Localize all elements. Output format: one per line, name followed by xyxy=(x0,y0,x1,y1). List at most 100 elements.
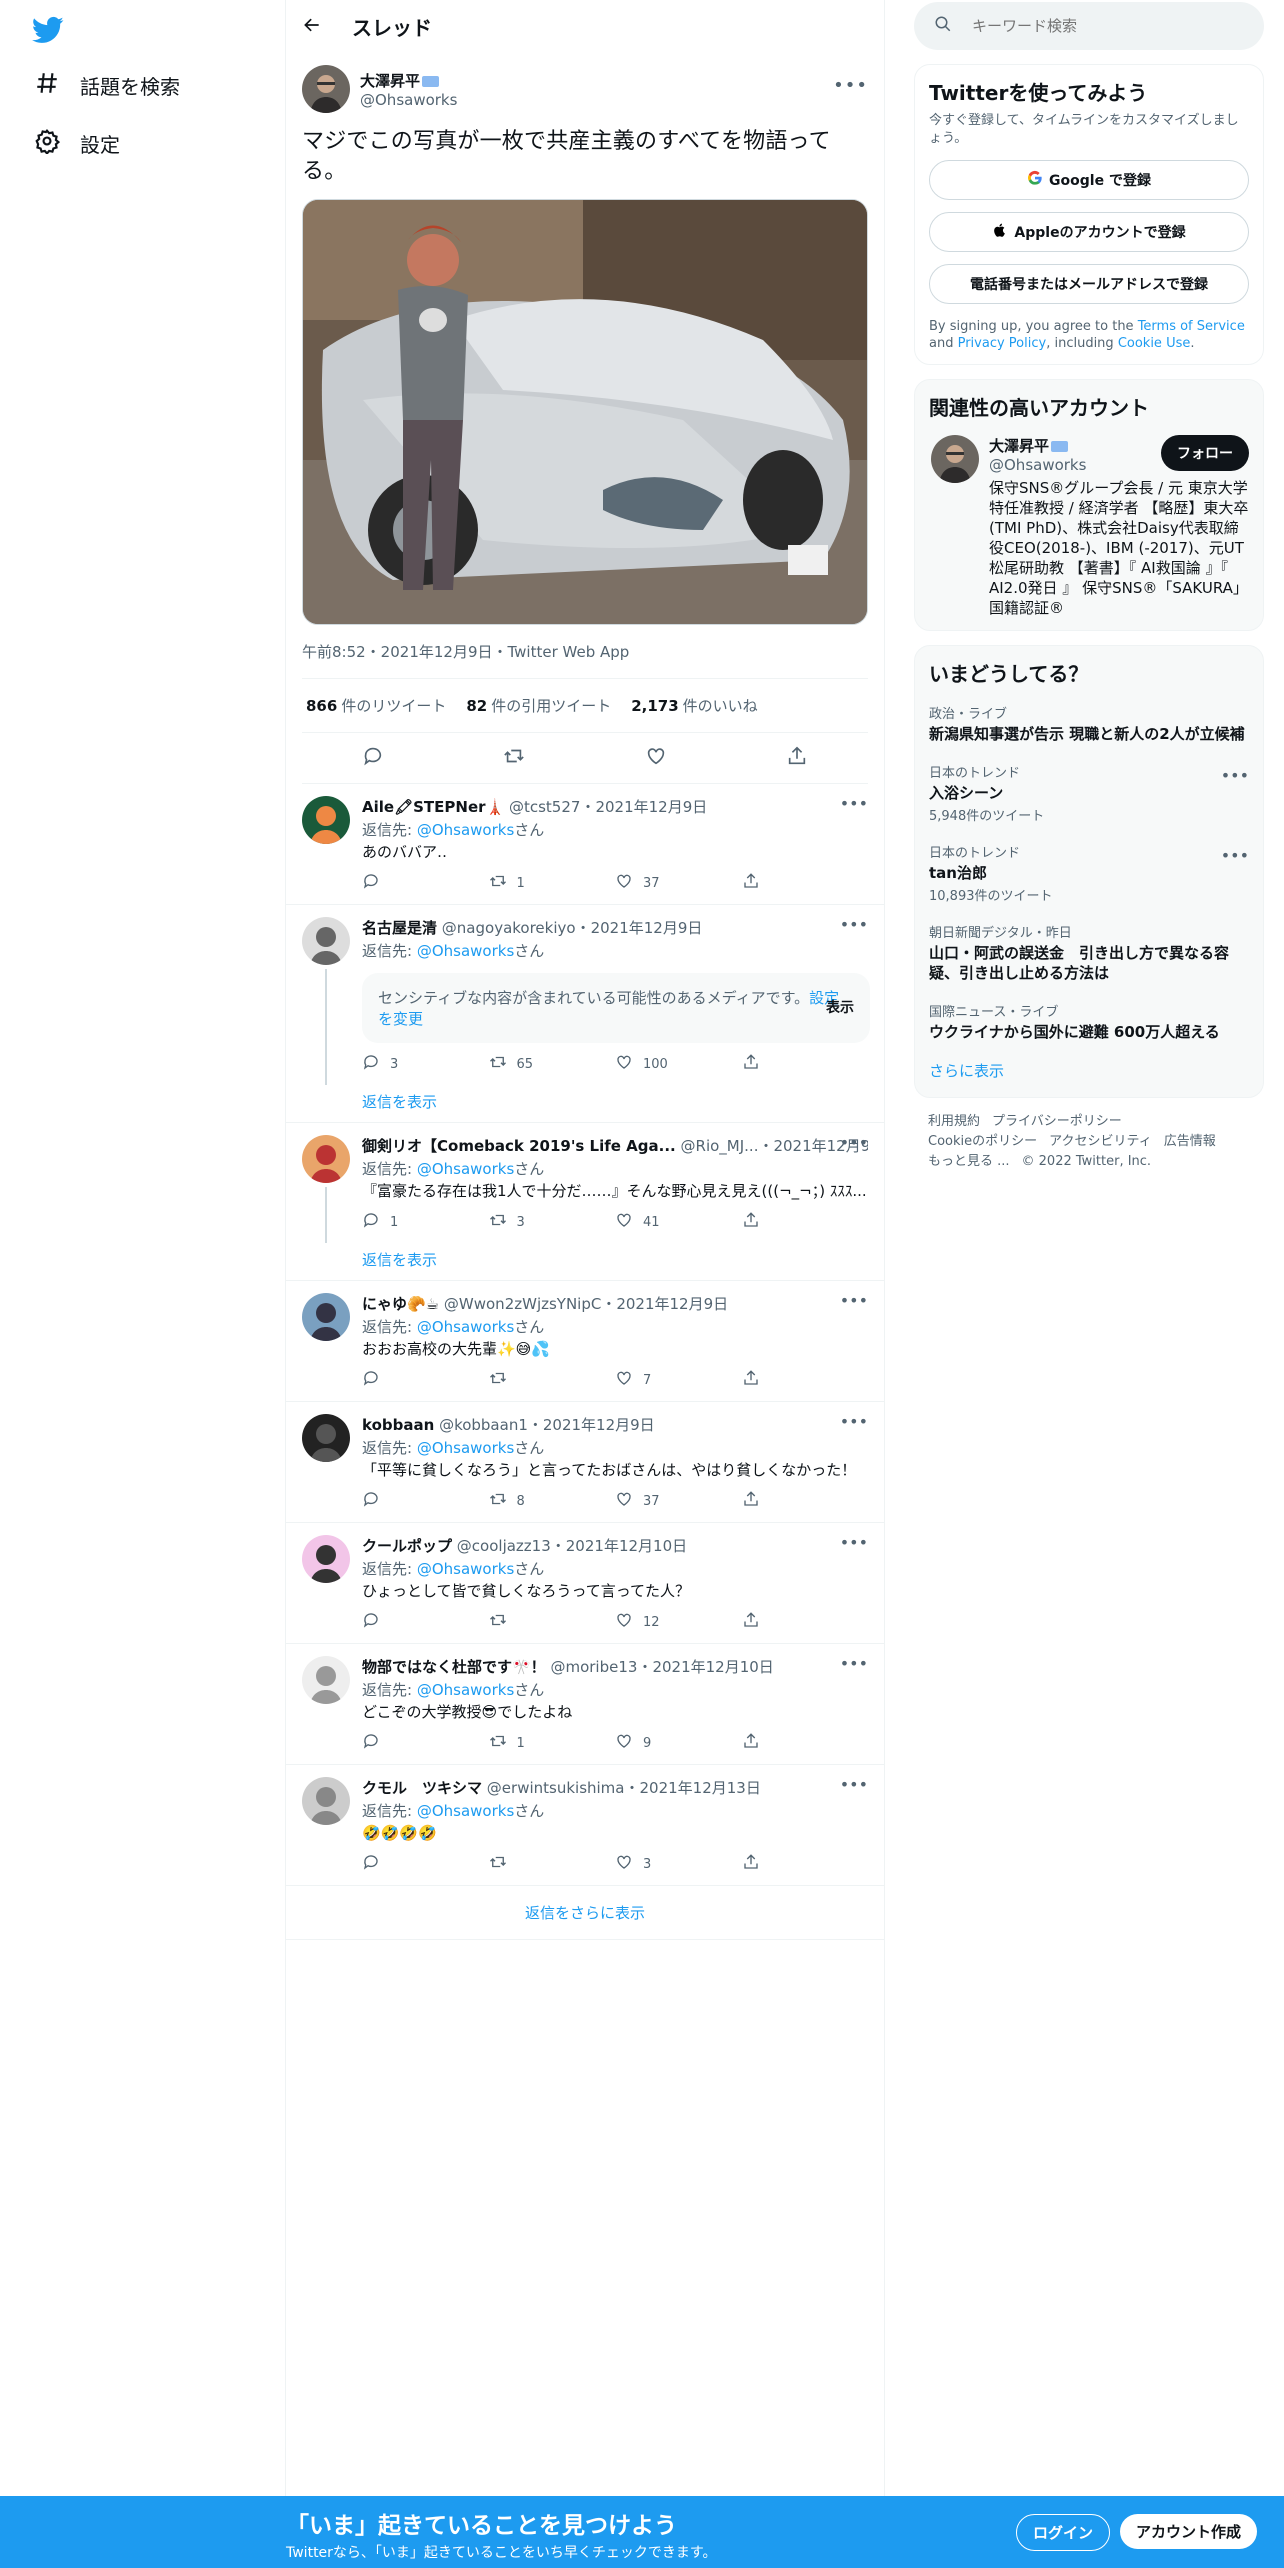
like-button[interactable]: 37 xyxy=(615,1490,742,1512)
reply-to-handle[interactable]: @Ohsaworks xyxy=(417,1439,514,1457)
share-button[interactable] xyxy=(742,1211,869,1233)
footer-terms-link[interactable]: 利用規約 xyxy=(928,1114,980,1129)
reply-icon[interactable] xyxy=(362,745,384,771)
retweet-button[interactable] xyxy=(489,1853,616,1875)
reply-author-name[interactable]: Aile🖍STEPNer🗼 xyxy=(362,798,504,816)
share-button[interactable] xyxy=(742,1611,869,1633)
reply-button[interactable]: 3 xyxy=(362,1053,489,1075)
more-options-icon[interactable]: ••• xyxy=(840,915,868,934)
terms-link[interactable]: Terms of Service xyxy=(1138,319,1245,334)
google-signup-button[interactable]: Google で登録 xyxy=(929,160,1249,200)
reply-button[interactable] xyxy=(362,1369,489,1391)
retweet-button[interactable]: 65 xyxy=(489,1053,616,1075)
trend-item[interactable]: 朝日新聞デジタル・昨日 山口・阿武の誤送金 引き出し方で異なる容疑、引き出し止める… xyxy=(929,912,1249,991)
share-button[interactable] xyxy=(742,1853,869,1875)
login-button[interactable]: ログイン xyxy=(1016,2514,1111,2551)
reply-tweet[interactable]: ••• Aile🖍STEPNer🗼 @tcst527・2021年12月9日 返信先:… xyxy=(286,784,884,905)
reply-button[interactable] xyxy=(362,1853,489,1875)
retweet-button[interactable]: 1 xyxy=(489,872,616,894)
related-account[interactable]: 大澤昇平 @Ohsaworks フォロー 保守SNS®グループ会長 / 元 東京… xyxy=(929,435,1249,618)
reply-button[interactable] xyxy=(362,1611,489,1633)
avatar[interactable] xyxy=(302,1535,350,1583)
reply-button[interactable] xyxy=(362,1732,489,1754)
reply-to-handle[interactable]: @Ohsaworks xyxy=(417,1681,514,1699)
more-options-icon[interactable]: ••• xyxy=(1221,766,1249,785)
footer-cookie-link[interactable]: Cookieのポリシー xyxy=(928,1134,1037,1149)
privacy-link[interactable]: Privacy Policy xyxy=(958,336,1047,351)
like-button[interactable]: 7 xyxy=(615,1369,742,1391)
share-icon[interactable] xyxy=(786,745,808,771)
avatar[interactable] xyxy=(302,1293,350,1341)
cookie-link[interactable]: Cookie Use xyxy=(1118,336,1191,351)
reply-button[interactable] xyxy=(362,872,489,894)
reply-author-handle[interactable]: @nagoyakorekiyo xyxy=(442,919,576,937)
share-button[interactable] xyxy=(742,1732,869,1754)
reply-date[interactable]: ・2021年12月9日 xyxy=(601,1295,728,1313)
reply-to-handle[interactable]: @Ohsaworks xyxy=(417,942,514,960)
trend-item[interactable]: 政治・ライブ 新潟県知事選が告示 現職と新人の2人が立候補 xyxy=(929,693,1249,752)
reply-author-name[interactable]: にゃゆ🥐☕ xyxy=(362,1295,439,1313)
reply-button[interactable]: 1 xyxy=(362,1211,489,1233)
reply-date[interactable]: ・2021年12月9日 xyxy=(580,798,707,816)
search-input[interactable] xyxy=(972,17,1212,35)
nav-settings[interactable]: 設定 xyxy=(34,128,120,159)
avatar[interactable] xyxy=(302,796,350,844)
nav-explore[interactable]: 話題を検索 xyxy=(34,70,180,101)
retweet-icon[interactable] xyxy=(503,745,525,771)
trends-show-more-link[interactable]: さらに表示 xyxy=(929,1050,1249,1085)
reply-tweet[interactable]: ••• クールポップ @cooljazz13・2021年12月10日 返信先: @O… xyxy=(286,1523,884,1644)
avatar[interactable] xyxy=(931,435,979,483)
share-button[interactable] xyxy=(742,1369,869,1391)
footer-ads-link[interactable]: 広告情報 xyxy=(1164,1134,1216,1149)
show-replies-link[interactable]: 返信を表示 xyxy=(286,1085,884,1123)
quotes-stat[interactable]: 82 件の引用ツイート xyxy=(466,695,611,716)
more-options-icon[interactable]: ••• xyxy=(840,1654,868,1673)
reply-to-handle[interactable]: @Ohsaworks xyxy=(417,1560,514,1578)
share-button[interactable] xyxy=(742,872,869,894)
avatar[interactable] xyxy=(302,1135,350,1183)
reply-author-handle[interactable]: @kobbaan1 xyxy=(439,1416,528,1434)
author-handle[interactable]: @Ohsaworks xyxy=(360,91,457,109)
more-options-icon[interactable]: ••• xyxy=(840,1291,868,1310)
reply-author-name[interactable]: 名古屋是清 xyxy=(362,919,437,937)
more-options-icon[interactable]: ••• xyxy=(833,75,868,96)
reply-to-handle[interactable]: @Ohsaworks xyxy=(417,1802,514,1820)
retweet-button[interactable] xyxy=(489,1611,616,1633)
create-account-button[interactable]: アカウント作成 xyxy=(1120,2514,1258,2549)
reply-author-name[interactable]: 御剣リオ【Comeback 2019's Life Aga... xyxy=(362,1137,676,1155)
avatar[interactable] xyxy=(302,917,350,965)
footer-more-link[interactable]: もっと見る ... xyxy=(928,1154,1010,1169)
share-button[interactable] xyxy=(742,1053,869,1075)
like-button[interactable]: 37 xyxy=(615,872,742,894)
like-button[interactable]: 100 xyxy=(615,1053,742,1075)
retweet-button[interactable]: 1 xyxy=(489,1732,616,1754)
reply-author-handle[interactable]: @Wwon2zWjzsYNipC xyxy=(444,1295,601,1313)
reply-author-name[interactable]: クモル ツキシマ xyxy=(362,1779,482,1797)
avatar[interactable] xyxy=(302,1777,350,1825)
reply-date[interactable]: ・2021年12月9日 xyxy=(528,1416,655,1434)
reply-date[interactable]: ・2021年12月10日 xyxy=(637,1658,773,1676)
search-bar[interactable] xyxy=(914,2,1264,50)
trend-item[interactable]: 国際ニュース・ライブ ウクライナから国外に避難 600万人超える xyxy=(929,991,1249,1050)
back-arrow-icon[interactable] xyxy=(302,15,322,39)
reply-to-handle[interactable]: @Ohsaworks xyxy=(417,821,514,839)
reply-tweet[interactable]: ••• クモル ツキシマ @erwintsukishima・2021年12月13日… xyxy=(286,1765,884,1886)
related-name[interactable]: 大澤昇平 xyxy=(989,437,1049,455)
reply-date[interactable]: ・2021年12月9日 xyxy=(576,919,703,937)
reply-tweet[interactable]: ••• 名古屋是清 @nagoyakorekiyo・2021年12月9日 返信先: … xyxy=(286,905,884,1085)
reply-button[interactable] xyxy=(362,1490,489,1512)
avatar[interactable] xyxy=(302,1656,350,1704)
footer-privacy-link[interactable]: プライバシーポリシー xyxy=(992,1114,1122,1129)
likes-stat[interactable]: 2,173 件のいいね xyxy=(631,695,757,716)
more-options-icon[interactable]: ••• xyxy=(840,1412,868,1431)
more-options-icon[interactable]: ••• xyxy=(840,1775,868,1794)
avatar[interactable] xyxy=(302,1414,350,1462)
reply-to-handle[interactable]: @Ohsaworks xyxy=(417,1318,514,1336)
reply-author-handle[interactable]: @cooljazz13 xyxy=(457,1537,551,1555)
reply-author-handle[interactable]: @tcst527 xyxy=(509,798,580,816)
reply-tweet[interactable]: ••• 物部ではなく杜部です🎌！ @moribe13・2021年12月10日 返信先… xyxy=(286,1644,884,1765)
reply-author-name[interactable]: kobbaan xyxy=(362,1416,434,1434)
reply-tweet[interactable]: ••• にゃゆ🥐☕ @Wwon2zWjzsYNipC・2021年12月9日 返信先:… xyxy=(286,1281,884,1402)
like-button[interactable]: 3 xyxy=(615,1853,742,1875)
reply-date[interactable]: ・2021年12月13日 xyxy=(625,1779,761,1797)
